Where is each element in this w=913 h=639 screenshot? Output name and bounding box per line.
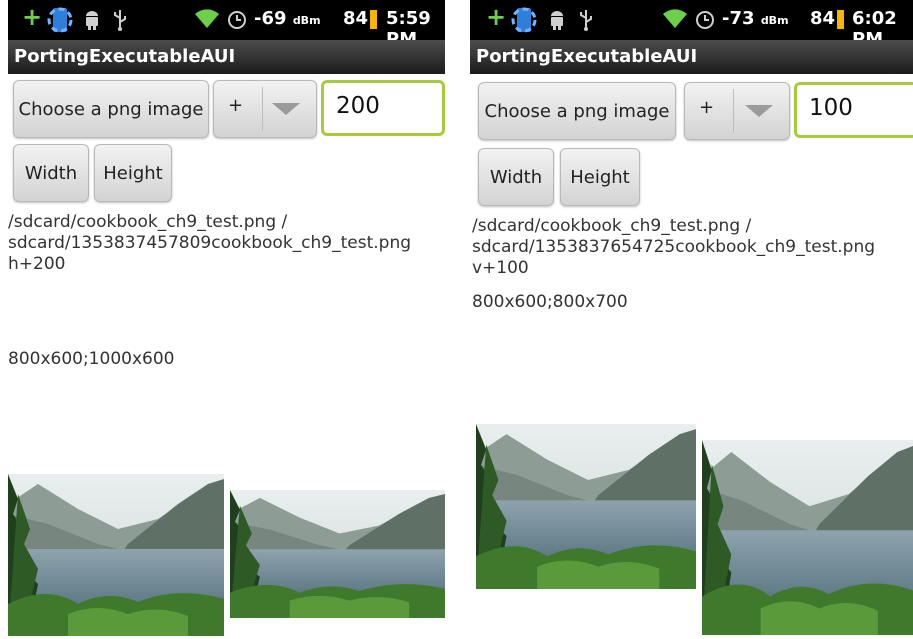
battery-icon: [370, 10, 377, 29]
add-icon: +: [486, 3, 507, 31]
wifi-icon: [194, 8, 220, 35]
battery-level: 84: [343, 8, 369, 29]
operation-spinner[interactable]: +: [213, 80, 317, 138]
status-bar: + -73 dBm 84 6:02 PM: [470, 0, 913, 50]
android-icon: [83, 10, 101, 35]
spinner-value: +: [699, 97, 715, 118]
original-image: [476, 424, 696, 589]
battery-icon: [837, 10, 844, 29]
path-text-line2: sdcard/1353837654725cookbook_ch9_test.pn…: [472, 237, 876, 257]
operation-spinner[interactable]: +: [684, 82, 790, 140]
usb-icon: [578, 8, 594, 37]
app-title: PortingExecutableAUI: [8, 40, 445, 74]
operation-text: h+200: [8, 254, 66, 274]
signal-unit: dBm: [292, 14, 321, 27]
choose-image-button[interactable]: Choose a png image: [478, 82, 676, 140]
width-button[interactable]: Width: [478, 148, 554, 206]
operation-text: v+100: [472, 258, 529, 278]
path-text-line1: /sdcard/cookbook_ch9_test.png /: [8, 212, 288, 232]
original-image: [8, 474, 224, 636]
height-button[interactable]: Height: [94, 144, 172, 202]
resized-image: [702, 440, 913, 635]
chevron-down-icon: [272, 103, 300, 115]
width-button[interactable]: Width: [13, 144, 89, 202]
dimensions-text: 800x600;1000x600: [8, 349, 175, 369]
phone-screen-right: + -73 dBm 84 6:02 PM PortingExecutableAU…: [470, 0, 913, 639]
amount-input[interactable]: 100: [794, 82, 913, 138]
signal-strength: -73: [722, 8, 755, 29]
alarm-icon: [226, 8, 248, 35]
spinner-divider: [262, 87, 263, 131]
choose-image-button[interactable]: Choose a png image: [13, 80, 209, 138]
battery-level: 84: [810, 8, 836, 29]
phone-screen-left: + -69 dBm 84 5:59 PM PortingExecutableAU…: [8, 0, 445, 639]
resized-image: [230, 490, 445, 618]
add-icon: +: [22, 3, 43, 31]
alarm-icon: [694, 8, 716, 35]
height-button[interactable]: Height: [560, 148, 640, 206]
chevron-down-icon: [745, 105, 773, 117]
spinner-value: +: [228, 95, 244, 116]
path-text-line1: /sdcard/cookbook_ch9_test.png /: [472, 216, 752, 236]
screen-divider: [454, 0, 468, 639]
app-title: PortingExecutableAUI: [470, 40, 913, 74]
path-text-line2: sdcard/1353837457809cookbook_ch9_test.pn…: [8, 233, 412, 253]
amount-input[interactable]: 200: [321, 80, 445, 136]
signal-strength: -69: [254, 8, 287, 29]
sync-icon: [46, 4, 74, 41]
wifi-icon: [662, 8, 688, 35]
spinner-divider: [733, 89, 734, 133]
dimensions-text: 800x600;800x700: [472, 292, 628, 312]
usb-icon: [112, 8, 128, 37]
android-icon: [548, 10, 566, 35]
sync-icon: [510, 4, 538, 41]
status-bar: + -69 dBm 84 5:59 PM: [8, 0, 445, 50]
signal-unit: dBm: [760, 14, 789, 27]
